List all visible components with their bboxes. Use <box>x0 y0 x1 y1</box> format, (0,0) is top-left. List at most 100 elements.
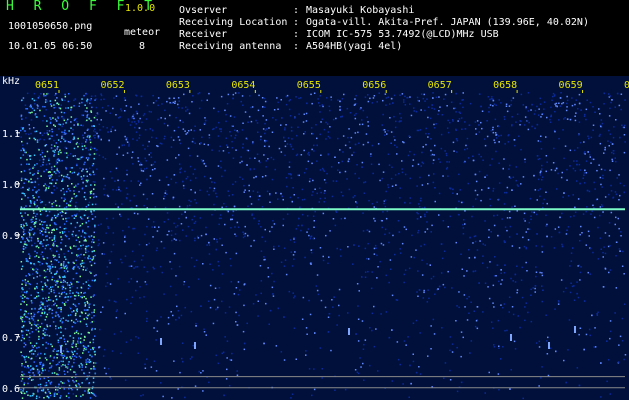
noise-dot <box>69 153 72 155</box>
noise-dot <box>565 233 568 235</box>
noise-dot <box>28 127 31 130</box>
burst-dot <box>35 342 38 345</box>
noise-dot <box>194 239 196 242</box>
burst-dot <box>38 346 40 349</box>
noise-dot <box>193 265 196 268</box>
burst-dot <box>90 348 92 351</box>
noise-dot <box>139 297 141 299</box>
burst-dot <box>23 320 26 323</box>
noise-dot <box>462 99 464 101</box>
noise-dot <box>539 271 541 274</box>
noise-dot <box>288 108 291 111</box>
noise-dot <box>168 230 170 233</box>
burst-dot <box>24 366 26 368</box>
noise-dot <box>152 221 155 223</box>
burst-dot <box>75 380 78 382</box>
noise-dot <box>277 307 279 310</box>
burst-dot <box>28 187 30 190</box>
noise-dot <box>200 99 203 102</box>
burst-dot <box>49 182 51 184</box>
noise-dot <box>143 204 145 207</box>
info-value-antenna: A504HB(yagi 4el) <box>306 41 403 52</box>
noise-dot <box>352 263 354 265</box>
burst-dot <box>75 343 77 345</box>
burst-dot <box>69 171 72 173</box>
noise-dot <box>413 256 415 259</box>
noise-dot <box>557 226 560 228</box>
burst-dot <box>47 92 49 95</box>
info-value-location: Ogata-vill. Akita-Pref. JAPAN (139.96E, … <box>306 17 589 28</box>
noise-dot <box>234 181 237 183</box>
noise-dot <box>271 131 274 133</box>
noise-dot <box>130 278 133 280</box>
noise-dot <box>256 191 259 193</box>
noise-dot <box>400 117 402 119</box>
noise-dot <box>620 108 622 111</box>
burst-dot <box>63 354 65 357</box>
noise-dot <box>224 169 226 172</box>
noise-dot <box>591 210 593 212</box>
noise-dot <box>455 128 457 131</box>
meteor-count: 8 <box>139 41 146 52</box>
noise-dot <box>220 128 222 130</box>
time-tick-label: 0653 <box>166 80 190 91</box>
noise-dot <box>578 93 581 96</box>
burst-dot <box>49 177 51 179</box>
noise-dot <box>40 165 42 167</box>
noise-dot <box>139 286 141 288</box>
noise-dot <box>157 97 160 99</box>
burst-dot <box>41 372 43 374</box>
burst-dot <box>22 388 25 390</box>
noise-dot <box>209 177 212 180</box>
burst-dot <box>86 98 89 101</box>
noise-dot <box>123 97 126 99</box>
burst-dot <box>25 361 27 363</box>
noise-dot <box>399 112 401 115</box>
noise-dot <box>475 133 477 135</box>
burst-dot <box>94 254 96 257</box>
noise-dot <box>131 296 134 298</box>
burst-dot <box>23 229 25 231</box>
noise-dot <box>226 103 229 105</box>
noise-dot <box>256 153 259 155</box>
noise-dot <box>82 218 84 220</box>
noise-dot <box>604 149 606 151</box>
noise-dot <box>498 198 500 201</box>
burst-dot <box>60 267 62 269</box>
burst-dot <box>33 374 35 376</box>
noise-dot <box>609 107 611 110</box>
burst-dot <box>53 228 55 231</box>
burst-dot <box>36 213 38 215</box>
burst-dot <box>34 287 36 290</box>
burst-dot <box>53 165 56 168</box>
noise-dot <box>322 259 325 262</box>
noise-dot <box>365 133 368 135</box>
burst-dot <box>90 368 92 370</box>
burst-dot <box>45 210 47 212</box>
burst-dot <box>31 349 34 351</box>
noise-dot <box>523 245 526 248</box>
burst-dot <box>35 324 37 327</box>
noise-dot <box>374 244 377 247</box>
noise-dot <box>564 145 567 147</box>
burst-dot <box>79 320 82 323</box>
burst-dot <box>53 279 56 282</box>
noise-dot <box>224 336 226 338</box>
noise-dot <box>42 158 45 161</box>
noise-dot <box>166 212 169 214</box>
burst-dot <box>37 353 39 356</box>
noise-dot <box>604 169 606 171</box>
noise-dot <box>183 283 185 286</box>
noise-dot <box>163 122 166 125</box>
noise-dot <box>20 136 22 138</box>
noise-dot <box>82 295 84 297</box>
burst-dot <box>43 327 46 330</box>
burst-dot <box>77 382 80 385</box>
noise-dot <box>341 115 343 118</box>
noise-dot <box>139 134 141 136</box>
burst-dot <box>79 263 82 265</box>
noise-dot <box>554 228 557 230</box>
noise-dot <box>259 265 262 267</box>
noise-dot <box>421 259 423 261</box>
noise-dot <box>84 379 87 381</box>
